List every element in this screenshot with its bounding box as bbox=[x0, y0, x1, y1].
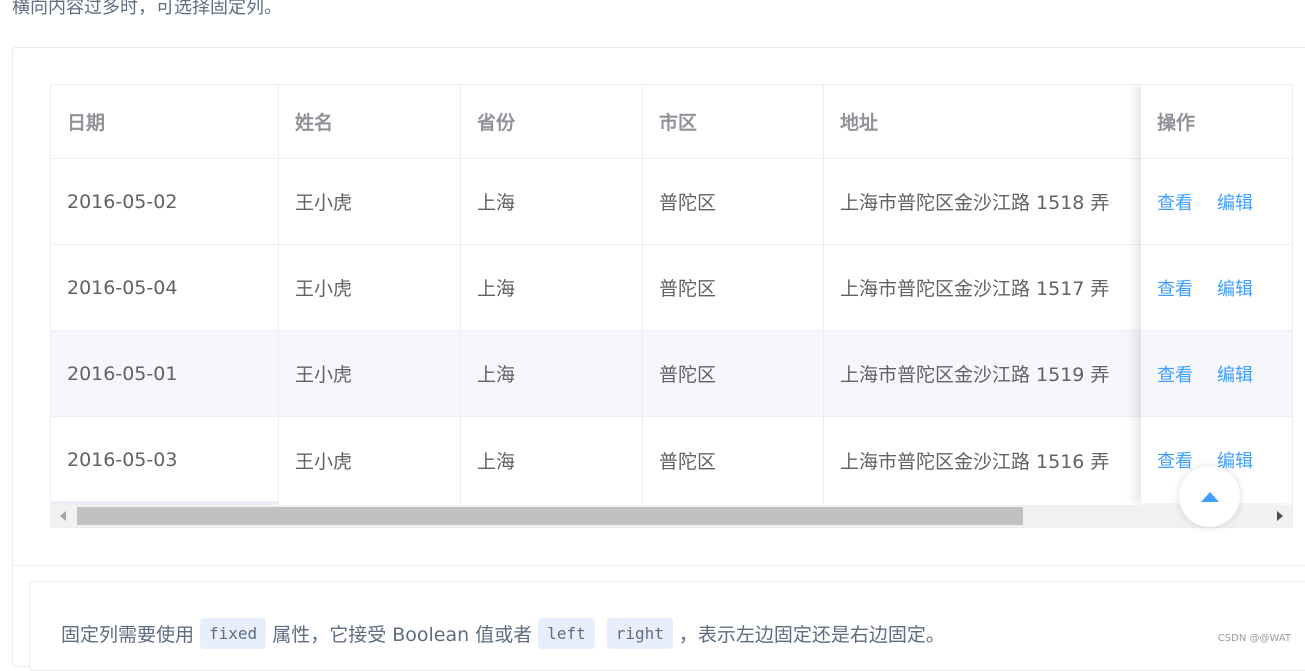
cell-date: 2016-05-01 bbox=[51, 331, 279, 416]
cell-province: 上海 bbox=[461, 245, 643, 330]
cell-name: 王小虎 bbox=[279, 159, 461, 244]
cell-name: 王小虎 bbox=[279, 417, 461, 503]
description-part1: 固定列需要使用 bbox=[61, 624, 195, 646]
edit-button[interactable]: 编辑 bbox=[1217, 189, 1253, 215]
cell-province: 上海 bbox=[461, 331, 643, 416]
view-button[interactable]: 查看 bbox=[1157, 275, 1193, 301]
operations-cell: 查看 编辑 bbox=[1141, 159, 1292, 245]
description-part2: 属性，它接受 Boolean 值或者 bbox=[272, 624, 533, 646]
fixed-column-table: 日期 姓名 省份 市区 地址 2016-05-02 王小虎 上海 普陀区 上海市… bbox=[50, 84, 1293, 528]
view-button[interactable]: 查看 bbox=[1157, 447, 1193, 473]
operations-cell: 查看 编辑 bbox=[1141, 331, 1292, 417]
fixed-right-column: 操作 查看 编辑 查看 编辑 查看 编辑 查看 编辑 bbox=[1141, 85, 1292, 503]
code-fixed: fixed bbox=[200, 618, 267, 649]
edit-button[interactable]: 编辑 bbox=[1217, 361, 1253, 387]
watermark: CSDN @@WAT bbox=[1217, 633, 1291, 644]
cell-city: 普陀区 bbox=[643, 331, 824, 416]
cell-address: 上海市普陀区金沙江路 1519 弄 bbox=[840, 364, 1110, 386]
scrollbar-thumb[interactable] bbox=[77, 507, 1023, 525]
intro-text: 横向内容过多时，可选择固定列。 bbox=[12, 0, 282, 18]
scroll-right-arrow-icon[interactable] bbox=[1277, 511, 1283, 521]
cell-city: 普陀区 bbox=[643, 159, 824, 244]
scroll-left-arrow-icon[interactable] bbox=[60, 511, 66, 521]
cell-date: 2016-05-03 bbox=[51, 417, 279, 503]
table-row: 2016-05-02 王小虎 上海 普陀区 上海市普陀区金沙江路 1518 弄 bbox=[51, 159, 1292, 245]
divider bbox=[13, 565, 1305, 566]
view-button[interactable]: 查看 bbox=[1157, 189, 1193, 215]
cell-address: 上海市普陀区金沙江路 1517 弄 bbox=[840, 278, 1110, 300]
table-header-row: 日期 姓名 省份 市区 地址 bbox=[51, 85, 1292, 159]
code-left: left bbox=[538, 618, 595, 649]
cell-address: 上海市普陀区金沙江路 1516 弄 bbox=[840, 450, 1110, 473]
cell-date: 2016-05-02 bbox=[51, 159, 279, 244]
header-city: 市区 bbox=[643, 85, 824, 158]
cell-name: 王小虎 bbox=[279, 245, 461, 330]
edit-button[interactable]: 编辑 bbox=[1217, 275, 1253, 301]
caret-up-icon bbox=[1200, 491, 1219, 502]
cell-date: 2016-05-04 bbox=[51, 245, 279, 330]
cell-city: 普陀区 bbox=[643, 417, 824, 503]
code-right: right bbox=[606, 618, 673, 649]
header-operations: 操作 bbox=[1141, 85, 1292, 159]
horizontal-scrollbar[interactable] bbox=[51, 505, 1292, 527]
operations-cell: 查看 编辑 bbox=[1141, 245, 1292, 331]
description-part3: ，表示左边固定还是右边固定。 bbox=[678, 624, 945, 646]
table-row: 2016-05-03 王小虎 上海 普陀区 上海市普陀区金沙江路 1516 弄 bbox=[51, 417, 1292, 503]
cell-city: 普陀区 bbox=[643, 245, 824, 330]
table-row: 2016-05-04 王小虎 上海 普陀区 上海市普陀区金沙江路 1517 弄 bbox=[51, 245, 1292, 331]
cell-province: 上海 bbox=[461, 417, 643, 503]
cell-province: 上海 bbox=[461, 159, 643, 244]
view-button[interactable]: 查看 bbox=[1157, 361, 1193, 387]
description-text: 固定列需要使用 fixed 属性，它接受 Boolean 值或者 left ri… bbox=[61, 618, 945, 649]
table-row-hovered: 2016-05-01 王小虎 上海 普陀区 上海市普陀区金沙江路 1519 弄 bbox=[51, 331, 1292, 417]
cell-name: 王小虎 bbox=[279, 331, 461, 416]
back-to-top-button[interactable] bbox=[1179, 466, 1240, 527]
header-name: 姓名 bbox=[279, 85, 461, 158]
cell-address: 上海市普陀区金沙江路 1518 弄 bbox=[840, 192, 1110, 214]
header-province: 省份 bbox=[461, 85, 643, 158]
header-date: 日期 bbox=[51, 85, 279, 158]
header-address: 地址 bbox=[840, 112, 879, 134]
